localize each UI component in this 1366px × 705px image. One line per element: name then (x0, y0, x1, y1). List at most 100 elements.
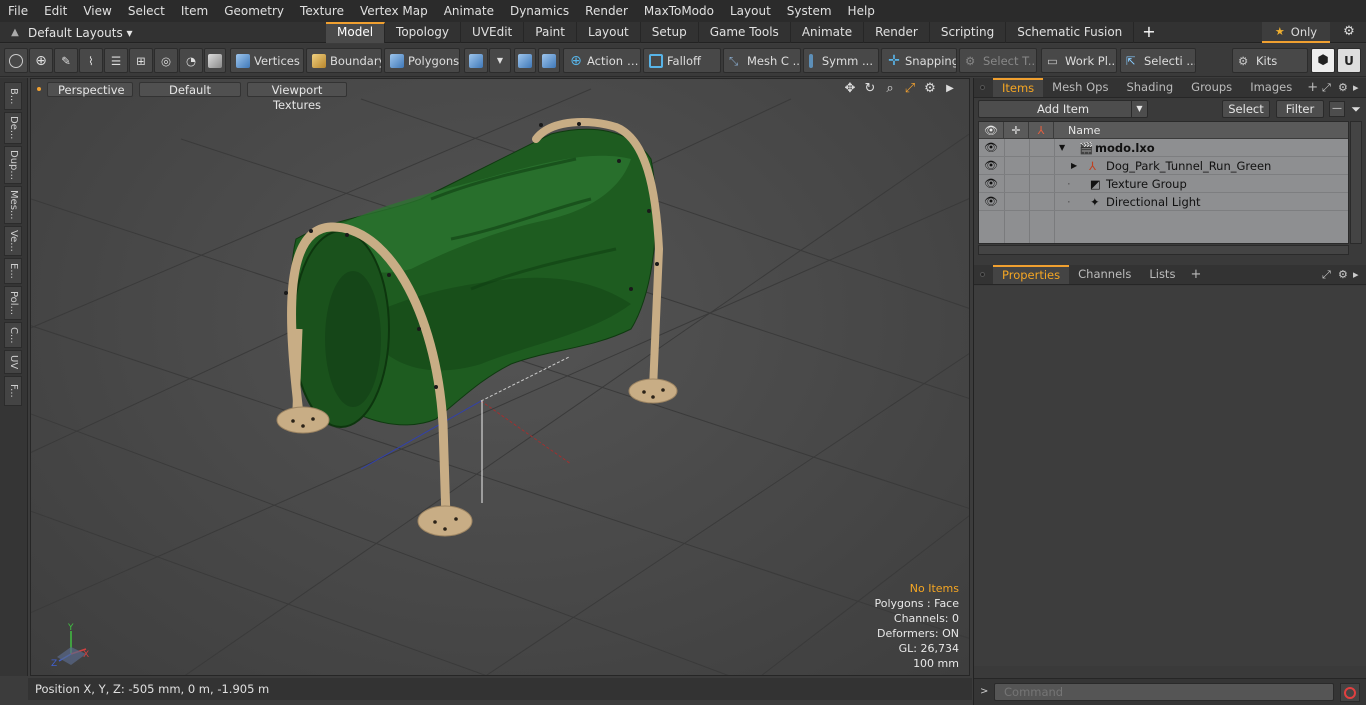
polygons-button[interactable]: Polygons (384, 48, 460, 73)
material-button[interactable] (464, 48, 488, 73)
tab-vertex[interactable]: Ve... (4, 226, 22, 256)
tab-lists[interactable]: Lists (1140, 265, 1184, 284)
list-item[interactable]: 👁 · ◩ Texture Group (979, 175, 1348, 193)
tab-images[interactable]: Images (1241, 78, 1301, 97)
item-list-scrollbar[interactable] (1350, 121, 1362, 244)
menu-system[interactable]: System (779, 0, 840, 22)
menu-item[interactable]: Item (173, 0, 216, 22)
menu-vertex-map[interactable]: Vertex Map (352, 0, 436, 22)
record-button[interactable] (1340, 683, 1360, 702)
viewport-textures-dropdown[interactable]: Viewport Textures (247, 81, 347, 112)
mesh-constraint-button[interactable]: ⤡ Mesh C ... (723, 48, 801, 73)
viewport-menu-dot[interactable] (37, 87, 41, 91)
tab-items[interactable]: Items (993, 78, 1044, 97)
only-toggle[interactable]: ★ Only (1262, 22, 1330, 43)
item-list[interactable]: 👁 ✛ ⅄ Name 👁 ▼ 🎬 modo.lxo 👁 ▶ ⅄ Dog_Park… (978, 121, 1349, 244)
command-history-arrow[interactable]: > (980, 686, 988, 697)
menu-view[interactable]: View (75, 0, 119, 22)
tab-layout[interactable]: Layout (577, 22, 641, 43)
tab-channels[interactable]: Channels (1069, 265, 1140, 284)
vertices-button[interactable]: Vertices (230, 48, 304, 73)
properties-menu-dot[interactable] (980, 272, 985, 277)
tab-uvedit[interactable]: UVEdit (461, 22, 525, 43)
kits-button[interactable]: ⚙ Kits (1232, 48, 1308, 73)
filter-button[interactable]: Filter (1276, 100, 1324, 118)
command-input[interactable] (994, 683, 1334, 701)
properties-arrow-icon[interactable]: ▸ (1353, 268, 1359, 281)
view-type-dropdown[interactable]: Perspective (47, 81, 133, 97)
menu-dynamics[interactable]: Dynamics (502, 0, 577, 22)
falloff-button[interactable]: Falloff (643, 48, 721, 73)
align-button[interactable]: ☰ (104, 48, 128, 73)
tab-properties[interactable]: Properties (993, 265, 1070, 284)
expand-icon[interactable]: ⤢ (903, 81, 917, 97)
add-tab-button[interactable]: + (1134, 22, 1163, 43)
tab-setup[interactable]: Setup (641, 22, 699, 43)
brush-button[interactable]: ⌇ (79, 48, 103, 73)
expand-panel-icon[interactable]: ⤢ (1322, 81, 1331, 95)
properties-gear-icon[interactable]: ⚙ (1338, 268, 1348, 281)
symmetry-toggle[interactable]: Symm ... (803, 48, 879, 73)
menu-geometry[interactable]: Geometry (216, 0, 292, 22)
funnel-icon[interactable]: ⏷ (1348, 101, 1364, 117)
menu-render[interactable]: Render (577, 0, 636, 22)
expand-triangle-icon[interactable]: ▶ (1071, 157, 1077, 175)
unity-button[interactable]: ⬢ (1311, 48, 1335, 73)
work-plane-button[interactable]: ▭ Work Pl... (1041, 48, 1117, 73)
tab-animate[interactable]: Animate (791, 22, 865, 43)
list-item[interactable]: 👁 ▶ ⅄ Dog_Park_Tunnel_Run_Green (979, 157, 1348, 175)
tab-fusion[interactable]: F... (4, 376, 22, 406)
list-item[interactable]: 👁 ▼ 🎬 modo.lxo (979, 139, 1348, 157)
viewport-gear-icon[interactable]: ⚙ (923, 81, 937, 97)
visibility-eye-icon[interactable]: 👁 (984, 139, 998, 157)
menu-select[interactable]: Select (120, 0, 173, 22)
item-mode-button[interactable] (204, 48, 226, 73)
menu-maxtomodo[interactable]: MaxToModo (636, 0, 722, 22)
tab-render[interactable]: Render (864, 22, 930, 43)
tab-game-tools[interactable]: Game Tools (699, 22, 791, 43)
tab-deform[interactable]: De... (4, 112, 22, 144)
menu-animate[interactable]: Animate (436, 0, 502, 22)
expand-properties-icon[interactable]: ⤢ (1322, 268, 1331, 282)
clock-button[interactable]: ◔ (179, 48, 203, 73)
center-button[interactable]: ⊞ (129, 48, 153, 73)
visibility-eye-icon[interactable]: 👁 (984, 157, 998, 175)
tab-scripting[interactable]: Scripting (930, 22, 1007, 43)
constraint-button[interactable] (538, 48, 560, 73)
gear-icon[interactable]: ⚙ (1340, 24, 1358, 41)
pen-button[interactable]: ✎ (54, 48, 78, 73)
chevron-down-icon[interactable]: ▼ (1131, 101, 1147, 117)
add-item-button[interactable]: Add Item ▼ (978, 100, 1148, 118)
add-panel-tab-button[interactable]: + (1301, 78, 1324, 97)
menu-help[interactable]: Help (840, 0, 883, 22)
panel-gear-icon[interactable]: ⚙ (1338, 81, 1348, 94)
tab-mesh-edit[interactable]: Mes... (4, 186, 22, 224)
tab-curve[interactable]: C... (4, 322, 22, 348)
tab-schematic-fusion[interactable]: Schematic Fusion (1006, 22, 1135, 43)
tab-groups[interactable]: Groups (1182, 78, 1241, 97)
select-button[interactable]: Select (1222, 100, 1270, 118)
viewport-scene[interactable]: Y X Z (31, 79, 970, 676)
action-center-button[interactable]: ⊕ Action… (563, 48, 641, 73)
name-column-header[interactable]: Name (1054, 122, 1348, 139)
menu-texture[interactable]: Texture (292, 0, 352, 22)
tab-edge[interactable]: E... (4, 258, 22, 284)
3d-viewport[interactable]: Y X Z Perspective Default Viewport Textu… (30, 78, 970, 676)
tab-uv[interactable]: UV (4, 350, 22, 374)
rotate-icon[interactable]: ↻ (863, 81, 877, 97)
play-icon[interactable]: ▶ (943, 81, 957, 97)
select-through-button[interactable]: ⚙ Select T... (959, 48, 1037, 73)
menu-file[interactable]: File (0, 0, 36, 22)
globe-button[interactable]: ⊕ (29, 48, 53, 73)
material-dropdown[interactable]: ▼ (489, 48, 511, 73)
tab-duplicate[interactable]: Dup... (4, 146, 22, 184)
zoom-icon[interactable]: ⌕ (883, 81, 897, 97)
upload-icon[interactable]: ▲ (8, 27, 22, 38)
unreal-button[interactable]: U (1337, 48, 1361, 73)
tab-paint[interactable]: Paint (524, 22, 577, 43)
tab-shading[interactable]: Shading (1117, 78, 1182, 97)
move-icon[interactable]: ✥ (843, 81, 857, 97)
visibility-eye-icon[interactable]: 👁 (984, 193, 998, 211)
symmetry-button[interactable] (514, 48, 536, 73)
frame-button[interactable]: ◎ (154, 48, 178, 73)
